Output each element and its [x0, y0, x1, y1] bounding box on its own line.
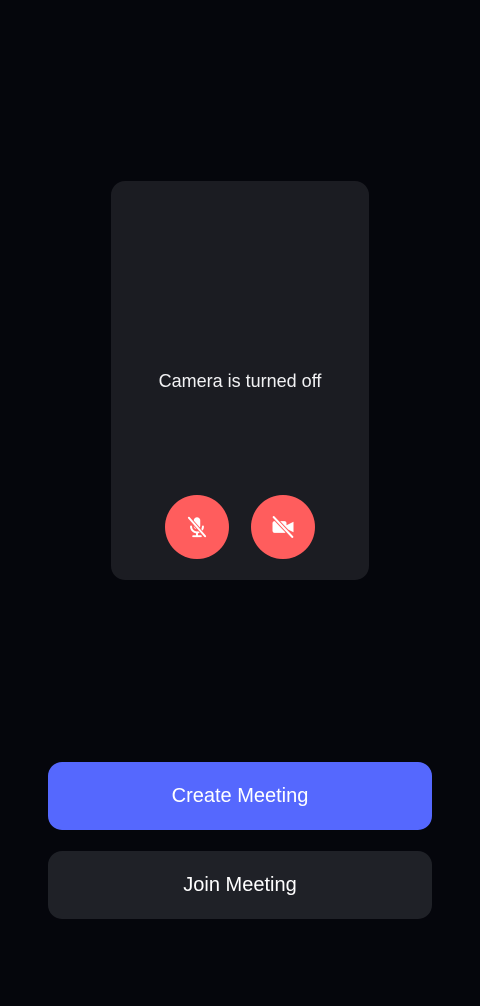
- camera-preview: Camera is turned off: [111, 181, 369, 580]
- mic-toggle-button[interactable]: [165, 495, 229, 559]
- create-meeting-label: Create Meeting: [171, 784, 309, 807]
- mic-off-icon: [184, 514, 210, 540]
- camera-status-text: Camera is turned off: [158, 371, 322, 391]
- create-meeting-button[interactable]: Create Meeting: [48, 762, 432, 830]
- video-off-icon: [269, 513, 297, 541]
- join-meeting-label: Join Meeting: [183, 873, 297, 896]
- join-meeting-button[interactable]: Join Meeting: [48, 851, 432, 919]
- camera-toggle-button[interactable]: [251, 495, 315, 559]
